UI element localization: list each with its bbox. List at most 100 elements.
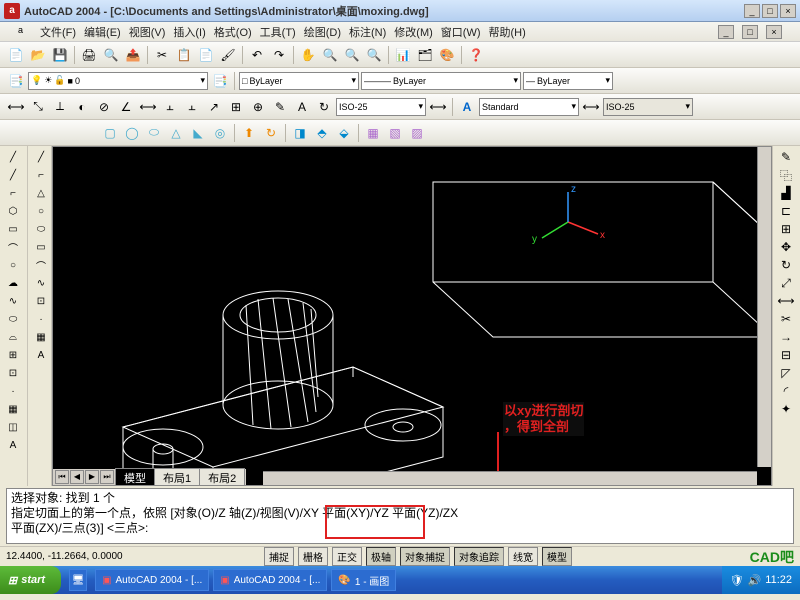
region-button[interactable]: ◫ <box>2 418 24 436</box>
dimedit-button[interactable]: ✎ <box>270 97 290 117</box>
dim-radius-button[interactable]: ◐ <box>72 97 92 117</box>
circle-button[interactable]: ○ <box>2 256 24 274</box>
zoom-win-button[interactable]: 🔍 <box>342 45 362 65</box>
cut-button[interactable]: ✂ <box>152 45 172 65</box>
ellipse-button[interactable]: ⬭ <box>2 310 24 328</box>
spline-button[interactable]: ∿ <box>2 292 24 310</box>
trim-button[interactable]: ✂ <box>775 310 797 328</box>
new-button[interactable]: 📄 <box>6 45 26 65</box>
quicklaunch-desktop[interactable]: 🖥 <box>69 569 87 591</box>
ellipsearc-button[interactable]: ⌓ <box>2 328 24 346</box>
fillet-button[interactable]: ◜ <box>775 382 797 400</box>
preview-button[interactable]: 🔍 <box>101 45 121 65</box>
menu-help[interactable]: 帮助(H) <box>489 24 526 40</box>
tool10-button[interactable]: · <box>30 310 52 328</box>
tool3-button[interactable]: △ <box>30 184 52 202</box>
menu-window[interactable]: 窗口(W) <box>441 24 481 40</box>
menu-edit[interactable]: 编辑(E) <box>84 24 121 40</box>
close-button[interactable]: × <box>780 4 796 18</box>
offset-button[interactable]: ⊏ <box>775 202 797 220</box>
dim-diameter-button[interactable]: ⊘ <box>94 97 114 117</box>
tool5-button[interactable]: ⬭ <box>30 220 52 238</box>
mdi-restore-button[interactable]: □ <box>742 25 758 39</box>
start-button[interactable]: ⊞ start <box>0 566 61 594</box>
tab-prev-button[interactable]: ◀ <box>70 470 84 484</box>
tool9-button[interactable]: ⊡ <box>30 292 52 310</box>
menu-tools[interactable]: 工具(T) <box>260 24 296 40</box>
linetype-dropdown[interactable]: ——— ByLayer ▾ <box>361 72 521 90</box>
array-button[interactable]: ⊞ <box>775 220 797 238</box>
extend-button[interactable]: → <box>775 328 797 346</box>
torus-button[interactable]: ◎ <box>210 123 230 143</box>
snap-toggle[interactable]: 捕捉 <box>264 547 294 566</box>
otrack-toggle[interactable]: 对象追踪 <box>454 547 504 566</box>
dim-baseline-button[interactable]: ⫠ <box>160 97 180 117</box>
setup-view-button[interactable]: ▧ <box>385 123 405 143</box>
dimstyle-dropdown[interactable]: ISO-25 ▾ <box>336 98 426 116</box>
menu-format[interactable]: 格式(O) <box>214 24 252 40</box>
tool4-button[interactable]: ○ <box>30 202 52 220</box>
cone-button[interactable]: △ <box>166 123 186 143</box>
match-button[interactable]: 🖌 <box>218 45 238 65</box>
setup-profile-button[interactable]: ▨ <box>407 123 427 143</box>
menu-view[interactable]: 视图(V) <box>129 24 166 40</box>
open-button[interactable]: 📂 <box>28 45 48 65</box>
break-button[interactable]: ⊟ <box>775 346 797 364</box>
tab-next-button[interactable]: ▶ <box>85 470 99 484</box>
rectangle-button[interactable]: ▭ <box>2 220 24 238</box>
publish-button[interactable]: 📤 <box>123 45 143 65</box>
dim-linear-button[interactable]: ⟷ <box>6 97 26 117</box>
polar-toggle[interactable]: 极轴 <box>366 547 396 566</box>
dimtedit-button[interactable]: A <box>292 97 312 117</box>
menu-modify[interactable]: 修改(M) <box>394 24 433 40</box>
tool2-button[interactable]: ⌐ <box>30 166 52 184</box>
tool7-button[interactable]: ⌒ <box>30 256 52 274</box>
menu-file[interactable]: 文件(F) <box>40 24 76 40</box>
wedge-button[interactable]: ◣ <box>188 123 208 143</box>
menu-draw[interactable]: 绘图(D) <box>304 24 341 40</box>
dimstyle2-button[interactable]: ⟷ <box>581 97 601 117</box>
revcloud-button[interactable]: ☁ <box>2 274 24 292</box>
copy-obj-button[interactable]: ⿻ <box>775 166 797 184</box>
tab-last-button[interactable]: ⏭ <box>100 470 114 484</box>
centermark-button[interactable]: ⊕ <box>248 97 268 117</box>
chamfer-button[interactable]: ◸ <box>775 364 797 382</box>
box-button[interactable]: ▢ <box>100 123 120 143</box>
hatch-button[interactable]: ▦ <box>2 400 24 418</box>
dim-continue-button[interactable]: ⫠ <box>182 97 202 117</box>
horizontal-scrollbar[interactable] <box>263 471 757 485</box>
model-toggle[interactable]: 模型 <box>542 547 572 566</box>
pan-button[interactable]: ✋ <box>298 45 318 65</box>
revolve-button[interactable]: ↻ <box>261 123 281 143</box>
tray-icon[interactable]: 🔊 <box>748 574 762 587</box>
tool8-button[interactable]: ∿ <box>30 274 52 292</box>
zoom-rt-button[interactable]: 🔍 <box>320 45 340 65</box>
slice-button[interactable]: ◨ <box>290 123 310 143</box>
save-button[interactable]: 💾 <box>50 45 70 65</box>
model-viewport[interactable]: x y z 以xy进行剖切，得到全剖 ⏮ ◀ ▶ ⏭ 模型 布局1 布局2 <box>52 146 772 486</box>
tool11-button[interactable]: ▦ <box>30 328 52 346</box>
section-button[interactable]: ⬘ <box>312 123 332 143</box>
lineweight-dropdown[interactable]: — ByLayer ▾ <box>523 72 613 90</box>
grid-toggle[interactable]: 栅格 <box>298 547 328 566</box>
move-button[interactable]: ✥ <box>775 238 797 256</box>
minimize-button[interactable]: _ <box>744 4 760 18</box>
tab-model[interactable]: 模型 <box>115 468 155 487</box>
mdi-minimize-button[interactable]: _ <box>718 25 734 39</box>
tab-layout2[interactable]: 布局2 <box>199 468 245 487</box>
maximize-button[interactable]: □ <box>762 4 778 18</box>
interfere-button[interactable]: ⬙ <box>334 123 354 143</box>
text-style-button[interactable]: A <box>457 97 477 117</box>
zoom-prev-button[interactable]: 🔍 <box>364 45 384 65</box>
paste-button[interactable]: 📄 <box>196 45 216 65</box>
pline-button[interactable]: ⌐ <box>2 184 24 202</box>
layer-dropdown[interactable]: 💡 ☀ 🔓 ■ 0 ▾ <box>28 72 208 90</box>
extrude-button[interactable]: ⬆ <box>239 123 259 143</box>
explode-button[interactable]: ✦ <box>775 400 797 418</box>
setup-drawing-button[interactable]: ▦ <box>363 123 383 143</box>
line2-button[interactable]: ╱ <box>30 148 52 166</box>
polygon-button[interactable]: ⬡ <box>2 202 24 220</box>
osnap-toggle[interactable]: 对象捕捉 <box>400 547 450 566</box>
leader-button[interactable]: ↗ <box>204 97 224 117</box>
scale-button[interactable]: ⤢ <box>775 274 797 292</box>
